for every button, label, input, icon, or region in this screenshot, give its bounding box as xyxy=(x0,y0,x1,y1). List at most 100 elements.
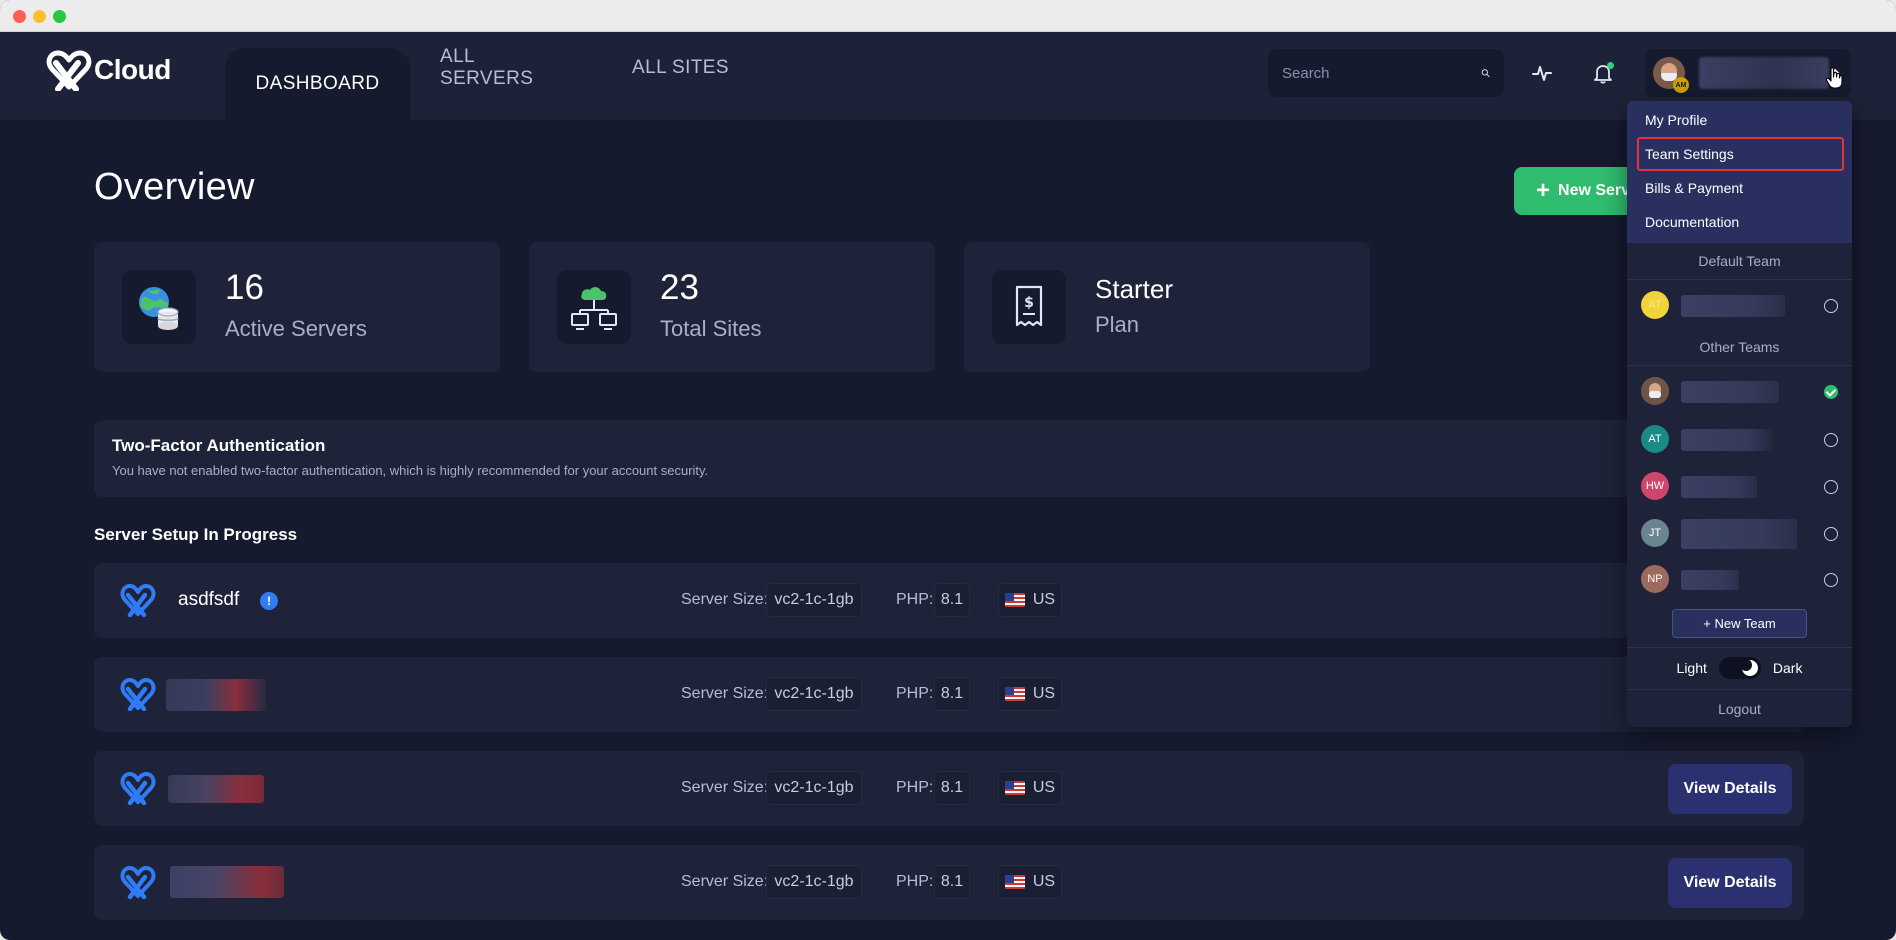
view-details-button[interactable]: View Details xyxy=(1668,764,1792,814)
total-sites-label: Total Sites xyxy=(660,316,762,341)
stat-card-sites[interactable]: 23 Total Sites xyxy=(529,242,935,372)
team-avatar: AT xyxy=(1641,425,1669,453)
server-row[interactable]: asdfsdf ! Server Size: vc2-1c-1gb PHP: 8… xyxy=(94,563,1804,638)
minimize-window-button[interactable] xyxy=(33,10,46,23)
receipt-icon: $ xyxy=(992,270,1066,344)
plan-label: Plan xyxy=(1095,312,1140,337)
menu-item-documentation[interactable]: Documentation xyxy=(1645,214,1739,230)
php-label: PHP: xyxy=(896,873,934,890)
php-version: 8.1 xyxy=(934,771,970,805)
us-flag-icon xyxy=(1004,875,1025,889)
team-name-redacted xyxy=(1681,429,1777,451)
server-row[interactable]: Server Size: vc2-1c-1gb PHP: 8.1 US xyxy=(94,657,1804,732)
avatar: AM xyxy=(1653,57,1689,93)
xcloud-server-icon xyxy=(120,584,156,617)
activity-button[interactable] xyxy=(1526,57,1558,89)
team-avatar xyxy=(1641,377,1669,405)
moon-icon xyxy=(1739,659,1758,676)
team-row[interactable]: AT xyxy=(1627,417,1852,461)
notification-indicator xyxy=(1607,62,1614,69)
team-radio[interactable] xyxy=(1824,527,1838,541)
default-team-heading: Default Team xyxy=(1698,253,1781,269)
info-icon[interactable]: ! xyxy=(260,592,278,610)
svg-text:$: $ xyxy=(1024,295,1034,311)
team-radio[interactable] xyxy=(1824,480,1838,494)
tab-dashboard[interactable]: DASHBOARD xyxy=(225,48,410,120)
region-badge: US xyxy=(998,677,1062,711)
server-size-value: vc2-1c-1gb xyxy=(766,865,862,899)
theme-switcher: Light Dark xyxy=(1627,647,1852,689)
logout-button[interactable]: Logout xyxy=(1627,701,1852,717)
server-size-value: vc2-1c-1gb xyxy=(766,771,862,805)
team-name-redacted xyxy=(1681,476,1757,498)
tab-all-servers[interactable]: ALL SERVERS xyxy=(440,46,572,89)
server-size-label: Server Size: xyxy=(681,779,769,796)
plus-icon: + xyxy=(1536,177,1551,204)
xcloud-server-icon xyxy=(120,866,156,899)
region-badge: US xyxy=(998,771,1062,805)
xcloud-server-icon xyxy=(120,678,156,711)
active-servers-count: 16 xyxy=(225,268,264,307)
team-row[interactable]: HW xyxy=(1627,464,1852,508)
xcloud-server-icon xyxy=(120,772,156,805)
activity-icon xyxy=(1532,66,1552,81)
team-name-redacted xyxy=(1681,295,1785,317)
search-input[interactable] xyxy=(1282,64,1481,82)
plan-name: Starter xyxy=(1095,274,1174,304)
maximize-window-button[interactable] xyxy=(53,10,66,23)
php-version: 8.1 xyxy=(934,865,970,899)
theme-toggle[interactable] xyxy=(1718,657,1761,679)
server-size-value: vc2-1c-1gb xyxy=(766,677,862,711)
two-factor-description: You have not enabled two-factor authenti… xyxy=(112,463,709,478)
menu-item-my-profile[interactable]: My Profile xyxy=(1645,112,1707,128)
theme-light-label: Light xyxy=(1676,660,1707,676)
team-row-default[interactable]: AT xyxy=(1627,283,1852,327)
menu-item-bills-payment[interactable]: Bills & Payment xyxy=(1645,180,1743,196)
team-avatar: AT xyxy=(1641,291,1669,319)
tab-all-sites[interactable]: ALL SITES xyxy=(628,48,733,88)
avatar-badge: AM xyxy=(1673,77,1689,93)
php-version: 8.1 xyxy=(934,677,970,711)
server-name[interactable]: asdfsdf xyxy=(178,589,239,611)
php-version: 8.1 xyxy=(934,583,970,617)
server-row[interactable]: Server Size: vc2-1c-1gb PHP: 8.1 US View… xyxy=(94,751,1804,826)
server-name-redacted xyxy=(170,866,284,898)
team-row[interactable]: JT xyxy=(1627,511,1852,555)
two-factor-title: Two-Factor Authentication xyxy=(112,436,326,455)
active-servers-label: Active Servers xyxy=(225,316,367,341)
stat-card-plan[interactable]: $ Starter Plan xyxy=(964,242,1370,372)
team-radio[interactable] xyxy=(1824,573,1838,587)
brand-logo[interactable]: Cloud xyxy=(46,49,171,91)
server-size-label: Server Size: xyxy=(681,685,769,702)
notifications-button[interactable] xyxy=(1587,57,1619,89)
cloud-network-icon xyxy=(557,270,631,344)
team-row[interactable] xyxy=(1627,369,1852,413)
server-size-label: Server Size: xyxy=(681,873,769,890)
close-window-button[interactable] xyxy=(13,10,26,23)
view-details-button[interactable]: View Details xyxy=(1668,858,1792,908)
menu-item-team-settings[interactable]: Team Settings xyxy=(1645,146,1734,162)
two-factor-banner[interactable]: Two-Factor Authentication You have not e… xyxy=(94,420,1804,497)
region-code: US xyxy=(1032,591,1056,608)
server-size-value: vc2-1c-1gb xyxy=(766,583,862,617)
brand-name: Cloud xyxy=(94,54,171,85)
main-content: Overview + New Server 16 Active Servers xyxy=(0,120,1896,940)
server-row[interactable]: Server Size: vc2-1c-1gb PHP: 8.1 US View… xyxy=(94,845,1804,920)
region-code: US xyxy=(1032,779,1056,796)
search-icon[interactable] xyxy=(1481,63,1490,83)
profile-menu-trigger[interactable]: AM xyxy=(1645,49,1851,97)
team-radio[interactable] xyxy=(1824,433,1838,447)
stat-card-servers[interactable]: 16 Active Servers xyxy=(94,242,500,372)
team-avatar: HW xyxy=(1641,472,1669,500)
server-name-redacted xyxy=(168,775,264,803)
team-radio[interactable] xyxy=(1824,299,1838,313)
other-teams-heading: Other Teams xyxy=(1699,339,1780,355)
top-navigation: Cloud DASHBOARD ALL SERVERS ALL SITES AM xyxy=(0,32,1896,120)
team-row[interactable]: NP xyxy=(1627,557,1852,601)
region-code: US xyxy=(1032,685,1056,702)
php-label: PHP: xyxy=(896,685,934,702)
team-radio-selected[interactable] xyxy=(1824,385,1838,399)
new-team-button[interactable]: + New Team xyxy=(1672,609,1807,638)
server-setup-heading: Server Setup In Progress xyxy=(94,525,298,544)
profile-dropdown-menu: My Profile Team Settings Bills & Payment… xyxy=(1627,101,1852,727)
